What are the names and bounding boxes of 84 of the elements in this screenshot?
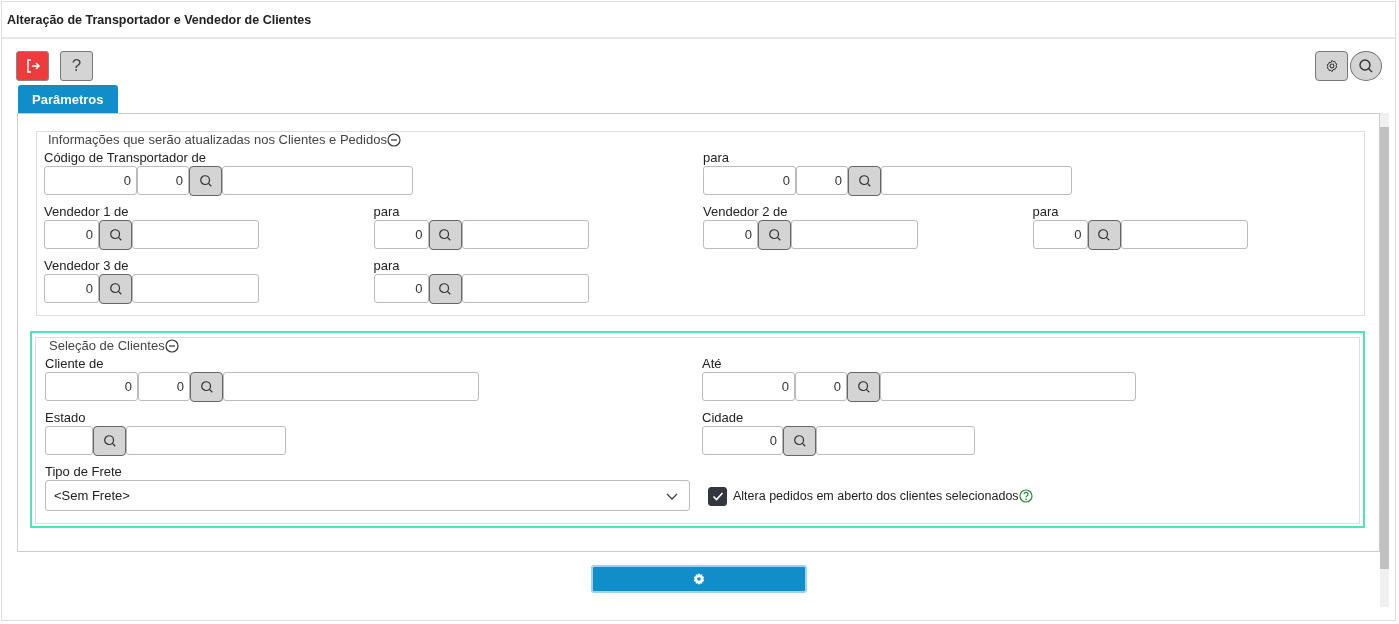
exit-icon (24, 57, 41, 74)
field-label: para (373, 258, 401, 274)
search-button[interactable] (848, 166, 881, 196)
search-button[interactable] (189, 166, 222, 196)
settings-button[interactable] (1315, 50, 1348, 81)
search-icon (438, 228, 452, 242)
number-field[interactable]: 0 (702, 426, 783, 455)
search-icon (857, 174, 872, 188)
search-icon (199, 380, 214, 394)
search-button[interactable] (99, 274, 132, 304)
search-icon (856, 380, 871, 394)
number-field[interactable]: 0 (1032, 220, 1088, 249)
number-field[interactable]: 0 (44, 220, 99, 249)
description-field[interactable] (881, 166, 1072, 195)
description-field[interactable] (816, 426, 975, 455)
number-field[interactable]: 0 (703, 220, 758, 249)
search-button[interactable] (847, 372, 880, 402)
help-button[interactable]: ? (60, 50, 93, 81)
description-field[interactable] (461, 220, 589, 249)
section-title: Seleção de Clientes (49, 338, 165, 353)
field-label: para (703, 150, 731, 166)
tab[interactable]: Parâmetros (18, 85, 118, 113)
search-icon (1097, 228, 1111, 242)
number-field[interactable]: 0 (45, 372, 138, 401)
exit-button[interactable] (16, 50, 49, 81)
search-icon (792, 434, 807, 448)
help-icon[interactable] (1018, 489, 1033, 503)
settings-icon (1324, 58, 1339, 73)
number-field[interactable]: 0 (138, 372, 190, 401)
checkbox[interactable] (708, 486, 727, 506)
scrollbar[interactable] (1380, 113, 1389, 607)
search-icon (108, 282, 123, 296)
field-label: Tipo de Frete (45, 464, 123, 480)
number-field[interactable]: 0 (137, 166, 189, 195)
field-label: Vendedor 3 de (44, 258, 130, 274)
number-field[interactable]: 0 (373, 274, 429, 303)
search-button[interactable] (1350, 50, 1382, 81)
number-field[interactable]: 0 (703, 166, 796, 195)
window-title: Alteração de Transportador e Vendedor de Clientes (7, 12, 312, 27)
description-field[interactable] (132, 274, 259, 303)
field-label: Código de Transportador de (44, 150, 207, 166)
section-title: Informações que serão atualizadas nos Clientes e Pedidos (48, 132, 387, 147)
search-button[interactable] (99, 220, 132, 250)
input-field[interactable] (45, 426, 93, 455)
search-icon (767, 228, 782, 242)
description-field[interactable] (791, 220, 918, 249)
number-field[interactable]: 0 (44, 274, 99, 303)
collapse-icon[interactable] (164, 338, 179, 353)
field-label: Cidade (702, 410, 745, 426)
search-button[interactable] (783, 426, 816, 456)
description-field[interactable] (880, 372, 1136, 401)
search-icon (102, 434, 117, 448)
number-field[interactable]: 0 (373, 220, 429, 249)
gear-icon (692, 573, 705, 585)
field-label: para (373, 204, 401, 220)
description-field[interactable] (461, 274, 589, 303)
number-field[interactable]: 0 (796, 166, 848, 195)
dropdown[interactable]: <Sem Frete> (45, 480, 690, 511)
description-field[interactable] (126, 426, 286, 455)
checkbox-label: Altera pedidos em aberto dos clientes selecionados (733, 489, 1019, 503)
field-label: Vendedor 2 de (703, 204, 789, 220)
description-field[interactable] (132, 220, 259, 249)
field-label: Até (702, 356, 723, 372)
description-field[interactable] (222, 166, 413, 195)
field-label: para (1032, 204, 1060, 220)
search-icon (1358, 57, 1374, 74)
search-button[interactable] (190, 372, 223, 402)
number-field[interactable]: 0 (795, 372, 847, 401)
collapse-icon[interactable] (386, 132, 401, 147)
search-button[interactable] (1087, 220, 1121, 250)
description-field[interactable] (1120, 220, 1248, 249)
search-button[interactable] (428, 274, 462, 304)
field-label: Vendedor 1 de (44, 204, 130, 220)
search-icon (438, 282, 452, 296)
number-field[interactable]: 0 (44, 166, 137, 195)
description-field[interactable] (223, 372, 479, 401)
search-button[interactable] (758, 220, 791, 250)
search-icon (108, 228, 123, 242)
field-label: Estado (45, 410, 87, 426)
field-label: Cliente de (45, 356, 105, 372)
number-field[interactable]: 0 (702, 372, 795, 401)
search-icon (198, 174, 213, 188)
search-button[interactable] (93, 426, 126, 456)
search-button[interactable] (428, 220, 462, 250)
